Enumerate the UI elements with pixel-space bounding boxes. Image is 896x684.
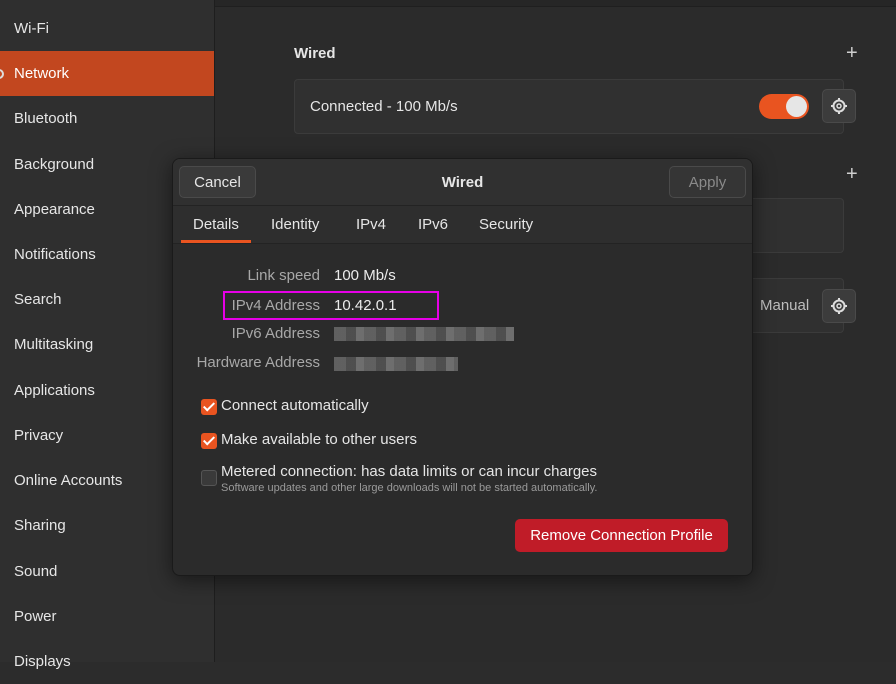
apply-button[interactable]: Apply [669,166,746,198]
proxy-settings-button[interactable] [822,289,856,323]
link-speed-label: Link speed [247,267,320,284]
ipv6-address-label: IPv6 Address [231,325,320,342]
wired-status-text: Connected - 100 Mb/s [310,98,458,115]
add-vpn-plus-icon[interactable]: + [846,163,858,186]
connect-automatically-label: Connect automatically [221,397,369,414]
sidebar-item-label: Sound [14,563,58,580]
proxy-value: Manual [760,297,810,314]
sidebar-item-label: Bluetooth [14,110,78,127]
wired-connection-dialog: Cancel Wired Apply Details Identity IPv4… [172,158,753,576]
hardware-address-label: Hardware Address [196,354,320,371]
link-speed-value: 100 Mb/s [334,267,396,284]
sidebar-item-bluetooth[interactable]: Bluetooth [0,96,214,141]
sidebar-item-label: Sharing [14,517,66,534]
add-wired-plus-icon[interactable]: + [846,42,858,65]
ipv6-address-redacted [334,327,514,341]
sidebar-item-label: Background [14,156,95,173]
network-icon [0,68,4,79]
gear-icon [831,298,847,314]
gear-icon [831,98,847,114]
wired-section-title: Wired [294,45,336,62]
dialog-header: Cancel Wired Apply [173,159,752,206]
sidebar-item-label: Multitasking [14,336,94,353]
wired-toggle[interactable] [759,94,809,119]
sidebar-item-network[interactable]: Network [0,51,214,96]
tab-details[interactable]: Details [181,206,251,243]
tab-ipv6[interactable]: IPv6 [418,206,448,243]
ipv4-address-label: IPv4 Address [231,297,320,314]
dialog-title: Wired [441,174,484,191]
dialog-tabs: Details Identity IPv4 IPv6 Security [173,206,752,244]
metered-connection-sublabel: Software updates and other large downloa… [221,482,598,494]
sidebar-item-power[interactable]: Power [0,594,214,639]
sidebar-item-label: Applications [14,382,95,399]
hardware-address-redacted [334,357,458,371]
sidebar-item-label: Network [14,65,70,82]
sidebar-item-label: Wi-Fi [14,20,49,37]
ipv4-address-value: 10.42.0.1 [334,297,397,314]
sidebar-item-label: Online Accounts [14,472,123,489]
tab-ipv4[interactable]: IPv4 [356,206,386,243]
panel-top-edge [215,0,896,7]
metered-connection-checkbox[interactable] [201,470,217,486]
connect-automatically-checkbox[interactable] [201,399,217,415]
toggle-knob [786,96,807,117]
sidebar-item-wifi[interactable]: Wi-Fi [0,6,214,51]
sidebar-item-label: Appearance [14,201,95,218]
sidebar-item-label: Privacy [14,427,64,444]
tab-identity[interactable]: Identity [271,206,319,243]
sidebar-item-label: Search [14,291,62,308]
remove-connection-profile-button[interactable]: Remove Connection Profile [515,519,728,552]
metered-connection-label: Metered connection: has data limits or c… [221,463,598,480]
sidebar-item-label: Notifications [14,246,96,263]
sidebar-item-label: Power [14,608,57,625]
available-to-all-label: Make available to other users [221,431,417,448]
tab-security[interactable]: Security [479,206,533,243]
wired-settings-button[interactable] [822,89,856,123]
available-to-all-checkbox[interactable] [201,433,217,449]
